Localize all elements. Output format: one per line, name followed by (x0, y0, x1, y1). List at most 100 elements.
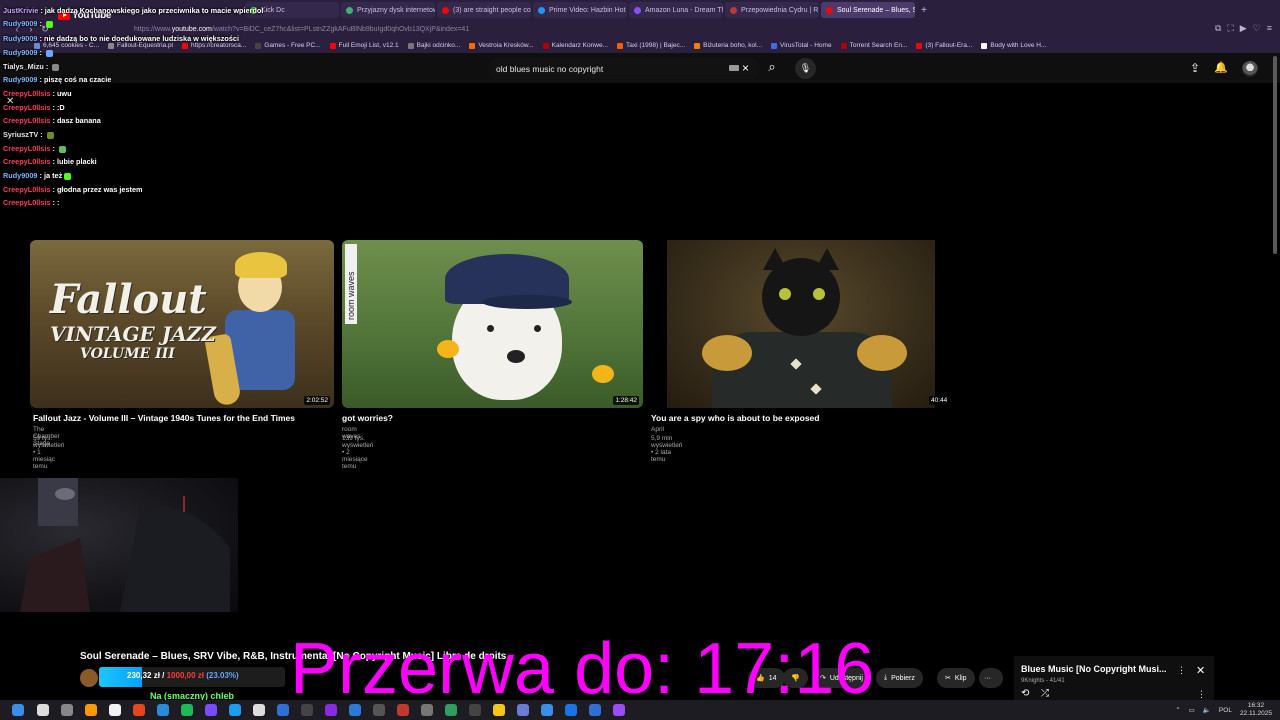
obs-icon[interactable] (253, 704, 265, 716)
app-icon[interactable] (493, 704, 505, 716)
vscode-icon[interactable] (349, 704, 361, 716)
bookmark-label: Kalendarz Konwe... (551, 42, 608, 49)
app-icon[interactable] (469, 704, 481, 716)
browser-tab[interactable]: Prime Video: Hazbin Hot (533, 2, 627, 18)
spotify-icon[interactable] (181, 704, 193, 716)
bookmark-favicon-icon (469, 42, 476, 49)
browser-tab[interactable]: Amazon Luna - Dream Th (629, 2, 723, 18)
playlist-panel[interactable]: Blues Music [No Copyright Musi... 9Knigh… (1014, 656, 1214, 704)
browser-icon[interactable] (277, 704, 289, 716)
bookmark-label: Games - Free PC... (264, 42, 321, 49)
close-playlist-icon[interactable]: ✕ (1196, 664, 1205, 677)
app-icon[interactable] (541, 704, 553, 716)
extensions-icon[interactable]: ⧉ (1215, 23, 1221, 34)
bookmark-label: (3) Fallout-Era... (925, 42, 973, 49)
close-icon[interactable]: ✕ (6, 96, 14, 107)
video-thumbnail[interactable]: Fallout VINTAGE JAZZ VOLUME III 2:02:52 (30, 240, 334, 408)
bookmark-item[interactable]: Biżuteria boho, kol... (694, 42, 762, 49)
app-icon[interactable] (589, 704, 601, 716)
bookmark-item[interactable]: Body with Love H... (981, 42, 1046, 49)
chat-username: JustKrivie (3, 6, 39, 15)
brave-icon[interactable] (133, 704, 145, 716)
channel-avatar[interactable] (80, 669, 98, 687)
bookmark-item[interactable]: Fallout-Equestria.pl (108, 42, 173, 49)
bookmark-item[interactable]: Torrent Search En... (840, 42, 907, 49)
app-icon[interactable] (397, 704, 409, 716)
notepad-icon[interactable] (109, 704, 121, 716)
upload-icon[interactable]: ⇪ (1190, 61, 1200, 75)
search-button[interactable]: ⌕ (762, 59, 782, 78)
bookmark-item[interactable]: https://creatorsca... (182, 42, 246, 49)
browser-tab[interactable]: Soul Serenade – Blues, S (821, 2, 915, 18)
video-thumbnail[interactable] (667, 240, 935, 408)
browser-tab[interactable]: (3) are straight people co (437, 2, 531, 18)
clip-button[interactable]: ✂ Klip (937, 668, 975, 688)
keyboard-icon[interactable] (729, 65, 739, 71)
bookmark-item[interactable]: Taxi (1998) | Bajec... (616, 42, 685, 49)
playlist-subtitle: 9Knights - 41/41 (1021, 678, 1065, 684)
video-channel[interactable]: April (651, 426, 664, 433)
room-waves-watermark: room waves (345, 244, 357, 324)
shuffle-icon[interactable]: ⤮ (1041, 688, 1049, 699)
task-view-icon[interactable] (61, 704, 73, 716)
menu-icon[interactable]: ≡ (1267, 23, 1272, 34)
file-explorer-icon[interactable] (85, 704, 97, 716)
app-icon[interactable] (421, 704, 433, 716)
chat-username: Rudy9009 (3, 48, 38, 57)
more-actions-button[interactable]: ··· (979, 668, 1003, 688)
chat-text: nie dadzą bo to nie doedukowane ludziska… (43, 34, 240, 43)
download-button[interactable]: ⤓ Pobierz (876, 668, 923, 688)
clock-date: 22.11.2025 (1239, 710, 1272, 717)
playlist-options-icon[interactable]: ⋮ (1197, 689, 1206, 700)
tab-favicon-icon (634, 6, 641, 14)
bookmark-item[interactable]: (3) Fallout-Era... (916, 42, 972, 49)
bookmark-item[interactable]: Bajki odcinko... (407, 42, 460, 49)
bookmark-item[interactable]: Full Emoji List, v12.1 (329, 42, 399, 49)
bookmark-item[interactable]: VirusTotal - Home (771, 42, 832, 49)
avatar[interactable] (1242, 61, 1258, 77)
bell-icon[interactable]: 🔔 (1214, 61, 1228, 74)
scrollbar[interactable] (1273, 56, 1277, 254)
app-icon[interactable] (373, 704, 385, 716)
browser-tab[interactable]: Przepowiednia Cydru | R (725, 2, 819, 18)
play-icon[interactable]: ▶ (1240, 23, 1247, 34)
video-title[interactable]: got worries? (342, 413, 393, 423)
terminal-icon[interactable] (301, 704, 313, 716)
video-title[interactable]: Fallout Jazz - Volume III – Vintage 1940… (33, 413, 295, 423)
video-thumbnail[interactable]: room waves 1:28:42 (342, 240, 643, 408)
clock[interactable]: 16:32 22.11.2025 (1240, 702, 1272, 718)
clear-search-icon[interactable]: × (742, 61, 749, 75)
volume-icon[interactable]: 🔈 (1203, 706, 1211, 714)
search-icon[interactable] (37, 704, 49, 716)
mic-icon[interactable]: 🎙 (795, 58, 816, 79)
playlist-title[interactable]: Blues Music [No Copyright Musi... (1021, 664, 1167, 674)
loop-icon[interactable]: ⟲ (1021, 688, 1029, 699)
bookmark-item[interactable]: Vestroia Kresków... (469, 42, 534, 49)
url-text[interactable]: https://www.youtube.com/watch?v=BiDC_ceZ… (134, 26, 469, 33)
video-title[interactable]: You are a spy who is about to be exposed (651, 413, 819, 423)
app-icon[interactable] (445, 704, 457, 716)
bookmark-item[interactable]: Games - Free PC... (255, 42, 321, 49)
bookmark-item[interactable]: Kalendarz Konwe... (542, 42, 608, 49)
language-indicator[interactable]: POL (1219, 707, 1232, 714)
chevron-up-icon[interactable]: ⌃ (1175, 706, 1180, 714)
browser-toolbar-icons: ⧉ ⛶ ▶ ♡ ≡ (1215, 23, 1272, 34)
search-input[interactable]: old blues music no copyright (488, 58, 760, 79)
start-icon[interactable] (12, 704, 24, 716)
chat-text: uwu (56, 89, 72, 98)
app-icon[interactable] (613, 704, 625, 716)
chat-separator: : (50, 144, 57, 153)
video-duration: 1:28:42 (613, 396, 639, 405)
browser-tab[interactable]: Przyjazny dysk internetow (341, 2, 435, 18)
playlist-more-icon[interactable]: ⋮ (1177, 665, 1186, 676)
chrome-icon[interactable] (565, 704, 577, 716)
network-icon[interactable]: ▭ (1189, 706, 1195, 714)
new-tab-button[interactable]: + (917, 5, 931, 16)
twitch-icon[interactable] (325, 704, 337, 716)
steam-icon[interactable] (157, 704, 169, 716)
app-icon[interactable] (517, 704, 529, 716)
screenshot-icon[interactable]: ⛶ (1227, 23, 1233, 34)
skype-icon[interactable] (229, 704, 241, 716)
discord-icon[interactable] (205, 704, 217, 716)
heart-icon[interactable]: ♡ (1253, 23, 1261, 34)
